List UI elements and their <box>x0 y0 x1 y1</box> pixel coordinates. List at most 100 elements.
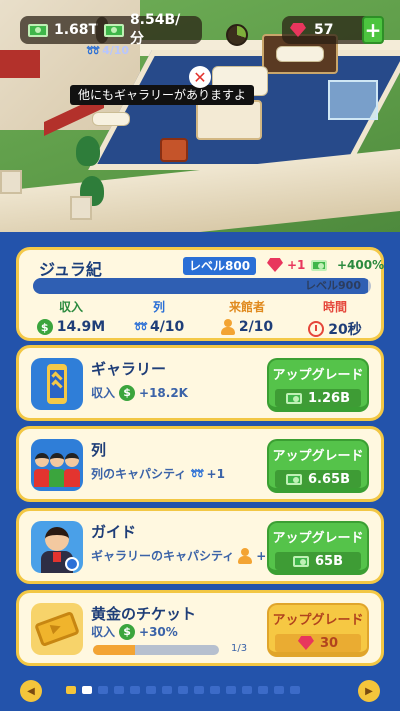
upgrade-gallery-button[interactable]: アップグレード 1.26B <box>267 358 369 412</box>
gem-bonus: +1 <box>267 258 305 272</box>
egg-display-case[interactable] <box>328 80 378 120</box>
gallery-rank-icon <box>31 358 83 410</box>
upgrade-desc: 収入 $ +30% <box>91 623 178 640</box>
red-sofa <box>0 50 40 78</box>
upgrade-card-gallery: ギャラリー 収入 $ +18.2K アップグレード 1.26B <box>16 345 384 421</box>
upgrade-name: 列 <box>91 441 107 459</box>
dollar-icon: $ <box>119 384 136 401</box>
close-icon[interactable]: ✕ <box>189 66 211 88</box>
timer-pie-icon <box>226 24 248 46</box>
cash-icon <box>286 473 302 485</box>
upgrade-desc-label: 列のキャパシティ <box>91 467 187 481</box>
page-dot[interactable] <box>66 686 76 694</box>
page-dot[interactable] <box>82 686 92 694</box>
page-dot[interactable] <box>98 686 108 694</box>
page-dot[interactable] <box>258 686 268 694</box>
page-indicator <box>66 686 300 694</box>
era-summary-card: ジュラ紀 レベル800 +1 +400% レベル900 収入 $14.9M 列 … <box>16 247 384 341</box>
upgrade-button-label: アップグレード <box>272 368 364 383</box>
upgrade-desc: ギャラリーのキャパシティ +1 <box>91 547 275 564</box>
golden-ticket-icon <box>31 603 83 655</box>
ticket-progress-fill <box>93 645 135 655</box>
dollar-icon: $ <box>119 623 136 640</box>
stat-income-label: 収入 <box>58 300 83 314</box>
upgrade-desc-value: +1 <box>206 466 225 481</box>
page-dot[interactable] <box>290 686 300 694</box>
gem-icon <box>297 636 314 650</box>
ticket-progress-bar <box>93 645 219 655</box>
stat-visitors-value: 2/10 <box>238 319 274 335</box>
clock-icon <box>308 321 325 337</box>
pillar <box>0 170 22 194</box>
upgrade-name: 黄金のチケット <box>91 605 197 623</box>
upgrade-desc: 収入 $ +18.2K <box>91 384 188 401</box>
gallery-tooltip: 他にもギャラリーがありますよ <box>70 85 255 105</box>
cash-bonus-value: +400% <box>337 258 385 272</box>
dinosaur-skeleton-exhibit[interactable] <box>196 100 262 140</box>
bone-display-icon <box>92 112 130 126</box>
museum-scene[interactable]: 1.68T 8.54B/分 57 + ꔢꔢ 4/10 他にもギャラリーがあります… <box>0 0 400 232</box>
era-title: ジュラ紀 <box>39 260 102 279</box>
level-badge: レベル800 <box>183 257 257 275</box>
page-dot[interactable] <box>130 686 140 694</box>
upgrade-desc-label: 収入 <box>91 386 116 400</box>
upgrade-button-label: アップグレード <box>272 449 364 464</box>
page-dot[interactable] <box>242 686 252 694</box>
page-dot[interactable] <box>274 686 284 694</box>
level-progress-bar: レベル900 <box>33 278 371 294</box>
queue-icon: ꔢꔢ <box>86 44 100 57</box>
gem-value: 57 <box>314 22 334 38</box>
page-dot[interactable] <box>146 686 156 694</box>
income-rate: 8.54B/分 <box>96 12 202 47</box>
queue-icon: ꔢꔢ <box>133 320 148 333</box>
dollar-icon: $ <box>36 319 53 335</box>
pillar <box>70 196 92 220</box>
stat-income: 収入 $14.9M <box>31 298 111 335</box>
ticket-progress-count: 1/3 <box>231 643 248 654</box>
upgrade-button-label: アップグレード <box>272 531 364 546</box>
gem-icon <box>290 23 306 37</box>
queue-people-icon <box>31 439 83 491</box>
tree-icon <box>76 136 100 166</box>
stat-time-value: 20秒 <box>328 322 362 338</box>
cash-counter: 1.68T <box>20 16 108 44</box>
cash-icon <box>286 392 302 404</box>
cash-rate-icon <box>104 23 124 37</box>
upgrade-price: 1.26B <box>308 390 350 406</box>
scene-queue-value: 4/10 <box>102 44 130 57</box>
prev-page-button[interactable]: ◀ <box>20 680 42 702</box>
queue-icon: ꔢꔢ <box>190 466 204 480</box>
upgrade-price: 6.65B <box>308 471 350 487</box>
stat-income-value: 14.9M <box>56 319 106 335</box>
upgrade-desc-value: +18.2K <box>139 385 188 400</box>
stat-queue-value: 4/10 <box>149 319 185 335</box>
stat-queue: 列 ꔢꔢ 4/10 <box>119 298 199 335</box>
upgrade-desc-label: 収入 <box>91 625 116 639</box>
upgrade-desc: 列のキャパシティ ꔢꔢ +1 <box>91 465 225 482</box>
upgrade-price: 65B <box>315 553 343 569</box>
page-dot[interactable] <box>162 686 172 694</box>
stat-time-label: 時間 <box>322 300 347 314</box>
gem-icon <box>267 258 283 272</box>
stat-visitors: 来館者 2/10 <box>207 298 287 335</box>
next-page-button[interactable]: ▶ <box>358 680 380 702</box>
page-dot[interactable] <box>178 686 188 694</box>
cash-bonus: +400% <box>311 258 384 272</box>
upgrade-card-queue: 列 列のキャパシティ ꔢꔢ +1 アップグレード 6.65B <box>16 426 384 502</box>
upgrade-name: ギャラリー <box>91 360 167 378</box>
dinosaur-model-icon <box>160 138 188 162</box>
upgrade-button-label: アップグレード <box>272 613 364 628</box>
page-dot[interactable] <box>226 686 236 694</box>
upgrade-golden-ticket-button[interactable]: アップグレード 30 <box>267 603 369 657</box>
page-dot[interactable] <box>114 686 124 694</box>
stat-time: 時間 20秒 <box>295 298 375 339</box>
page-dot[interactable] <box>210 686 220 694</box>
page-dot[interactable] <box>194 686 204 694</box>
cash-icon <box>28 23 48 37</box>
income-rate-value: 8.54B/分 <box>129 12 181 47</box>
scene-queue-count: ꔢꔢ 4/10 <box>86 44 129 58</box>
upgrade-guide-button[interactable]: アップグレード 65B <box>267 521 369 575</box>
add-gems-button[interactable]: + <box>362 16 384 44</box>
visitor-icon <box>220 319 235 335</box>
upgrade-queue-button[interactable]: アップグレード 6.65B <box>267 439 369 493</box>
